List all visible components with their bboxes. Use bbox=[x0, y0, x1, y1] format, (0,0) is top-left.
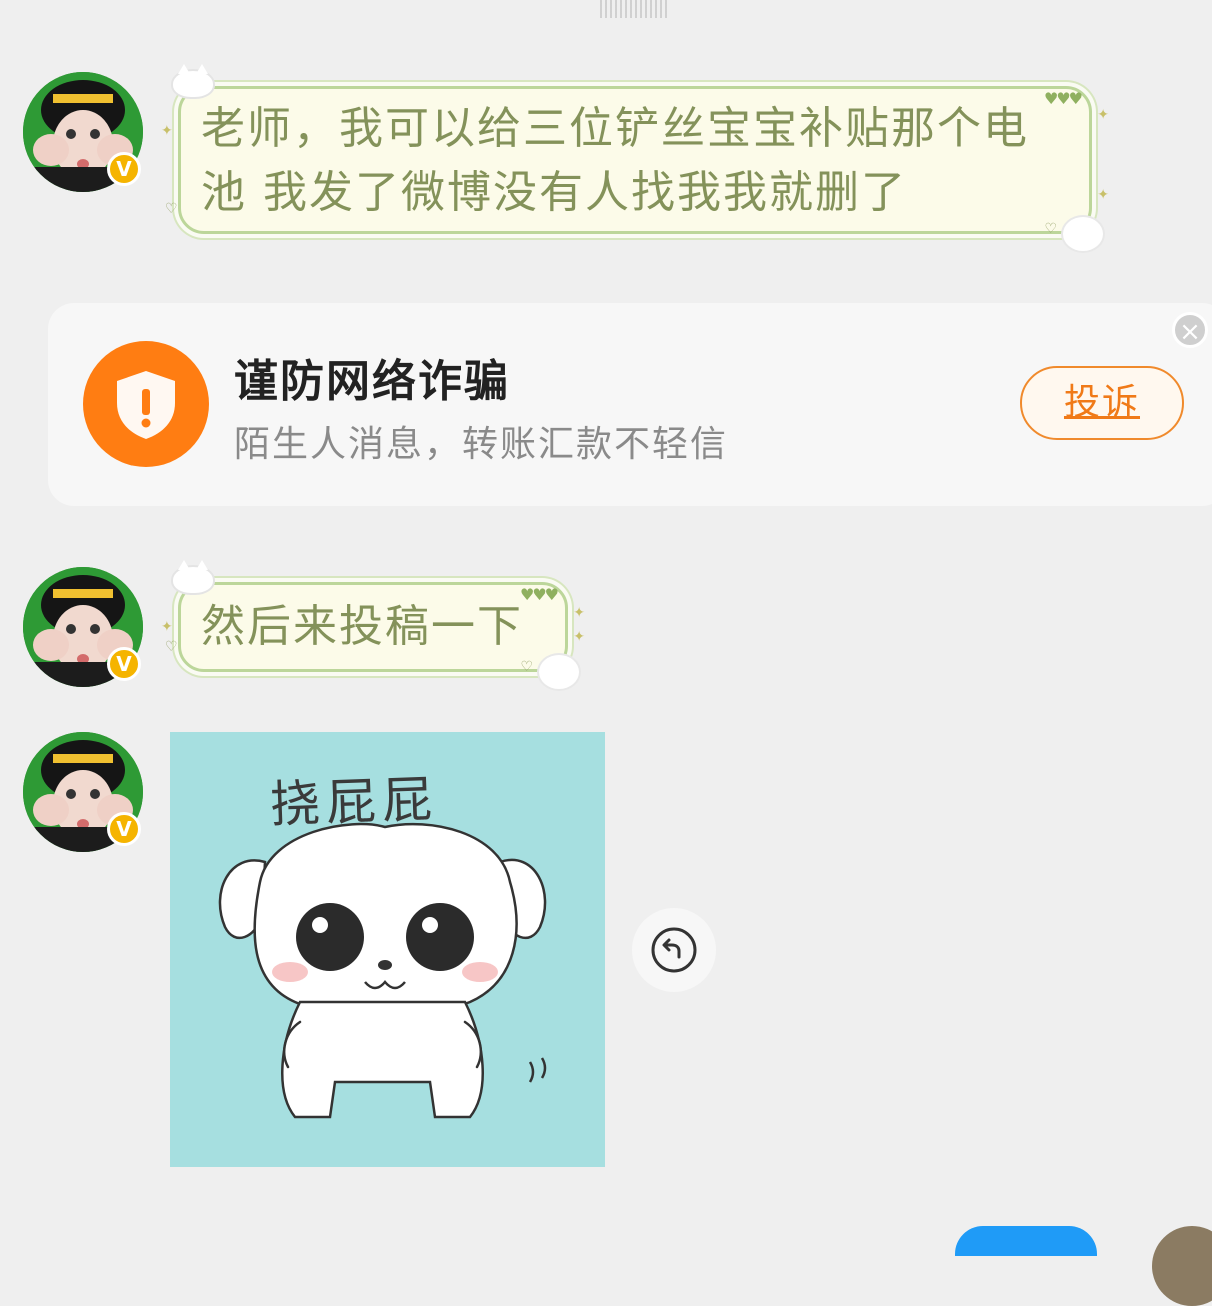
shield-icon bbox=[83, 341, 209, 467]
message-text: 然后来投稿一下 bbox=[201, 601, 523, 652]
verified-badge-icon: V bbox=[107, 647, 141, 681]
drag-handle bbox=[600, 0, 668, 18]
heart-decoration-icon: ♡ bbox=[165, 201, 180, 217]
heart-decoration-icon: ♡ bbox=[165, 639, 180, 655]
paw-decoration-icon bbox=[537, 653, 581, 691]
dog-illustration bbox=[218, 822, 547, 1119]
own-avatar[interactable] bbox=[1152, 1226, 1212, 1306]
close-icon[interactable]: × bbox=[1172, 312, 1208, 348]
hearts-decoration-icon: ♥♥♥ bbox=[1043, 89, 1083, 108]
message-text: 老师，我可以给三位铲丝宝宝补贴那个电 bbox=[201, 103, 1029, 154]
reply-icon bbox=[651, 927, 697, 973]
reply-button[interactable] bbox=[632, 908, 716, 992]
verified-badge-icon: V bbox=[107, 812, 141, 846]
verified-badge-icon: V bbox=[107, 152, 141, 186]
report-button[interactable]: 投诉 bbox=[1020, 366, 1184, 440]
avatar[interactable]: V bbox=[23, 72, 143, 192]
anti-fraud-notice: 谨防网络诈骗 陌生人消息，转账汇款不轻信 投诉 bbox=[48, 303, 1212, 506]
avatar[interactable]: V bbox=[23, 567, 143, 687]
hearts-decoration-icon: ♥♥♥ bbox=[519, 585, 559, 604]
sparkle-icon: ✦ bbox=[1097, 187, 1111, 203]
heart-decoration-icon: ♡ bbox=[1044, 221, 1059, 237]
message-bubble[interactable]: ♥♥♥ ✦ ✦ ✦ ♡ ♡ 老师，我可以给三位铲丝宝宝补贴那个电 池 我发了微博… bbox=[161, 64, 1109, 253]
paw-decoration-icon bbox=[1061, 215, 1105, 253]
notice-subtitle: 陌生人消息，转账汇款不轻信 bbox=[234, 424, 729, 465]
sticker-image[interactable]: 挠屁屁 bbox=[170, 732, 605, 1167]
sparkle-icon: ✦ bbox=[1097, 107, 1111, 123]
message-text: 池 我发了微博没有人找我我就删了 bbox=[201, 167, 907, 218]
heart-decoration-icon: ♡ bbox=[520, 659, 535, 675]
notice-title: 谨防网络诈骗 bbox=[234, 356, 510, 407]
cat-decoration-icon bbox=[171, 64, 215, 99]
outgoing-message-bubble[interactable] bbox=[955, 1226, 1097, 1256]
sparkle-icon: ✦ bbox=[161, 123, 175, 139]
cat-decoration-icon bbox=[171, 560, 215, 595]
avatar[interactable]: V bbox=[23, 732, 143, 852]
message-bubble[interactable]: ♥♥♥ ✦ ✦ ✦ ♡ ♡ 然后来投稿一下 bbox=[161, 560, 585, 691]
